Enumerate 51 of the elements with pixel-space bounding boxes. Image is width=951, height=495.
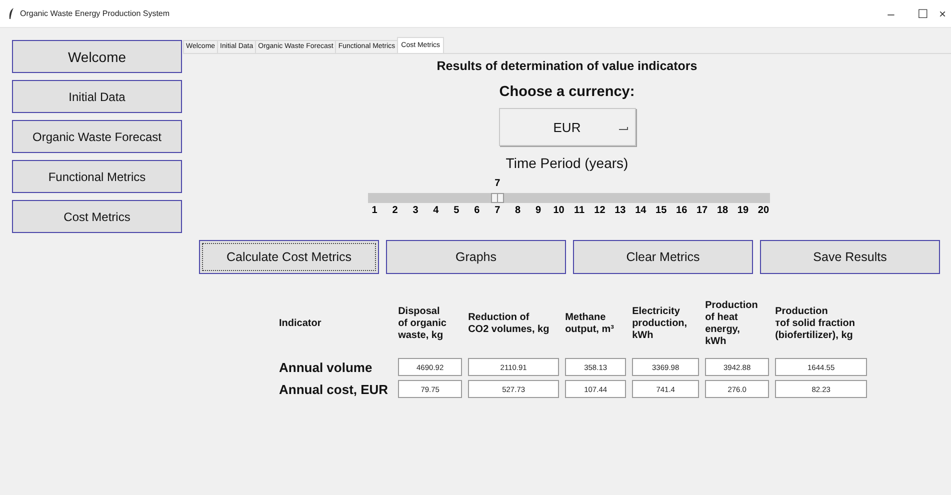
slider-thumb[interactable] bbox=[490, 193, 504, 203]
tick-label: 7 bbox=[494, 205, 502, 216]
tick-label: 15 bbox=[654, 205, 668, 216]
tick-label: 16 bbox=[675, 205, 688, 216]
sidebar-button[interactable]: Functional Metrics bbox=[12, 160, 182, 193]
tick-label: 17 bbox=[695, 205, 709, 216]
currency-dropdown[interactable]: EUR bbox=[498, 108, 636, 146]
maximize-button[interactable]: ☐ bbox=[907, 6, 939, 20]
column-header: Production of heat energy, kWh bbox=[705, 300, 759, 349]
column-header: Electricity production, kWh bbox=[632, 305, 688, 343]
sidebar-button[interactable]: Cost Metrics bbox=[12, 200, 182, 233]
action-button[interactable]: Clear Metrics bbox=[573, 240, 753, 274]
slider-label: Time Period (years) bbox=[506, 155, 628, 171]
tick-label: 11 bbox=[572, 205, 586, 216]
slider-value: 7 bbox=[494, 178, 500, 189]
tick-label: 20 bbox=[756, 205, 770, 216]
tick-label: 9 bbox=[534, 205, 542, 216]
tick-label: 3 bbox=[412, 205, 420, 216]
column-header: Reduction of CO2 volumes, kg bbox=[468, 311, 550, 337]
tick-label: 4 bbox=[432, 205, 440, 216]
sidebar-button[interactable]: Initial Data bbox=[12, 80, 182, 113]
tick-label: 2 bbox=[391, 205, 399, 216]
tick-label: 18 bbox=[716, 205, 730, 216]
column-header: Methane output, m³ bbox=[565, 311, 615, 337]
currency-label: Choose a currency: bbox=[499, 84, 635, 100]
close-button[interactable]: × bbox=[939, 6, 951, 20]
feather-icon bbox=[9, 8, 14, 19]
tick-label: 10 bbox=[552, 205, 566, 216]
dropdown-indicator-icon bbox=[618, 127, 628, 130]
minimize-button[interactable]: – bbox=[875, 6, 907, 20]
sidebar-button[interactable]: Organic Waste Forecast bbox=[12, 120, 182, 153]
tick-label: 12 bbox=[593, 205, 606, 216]
action-button[interactable]: Save Results bbox=[760, 240, 940, 274]
column-header: Disposal of organic waste, kg bbox=[398, 305, 448, 343]
action-button[interactable]: Calculate Cost Metrics bbox=[199, 240, 379, 274]
section-heading: Results of determination of value indicators bbox=[436, 59, 698, 73]
column-header: Production тof solid fraction (biofertilizer), kg bbox=[775, 305, 856, 343]
column-header: Indicator bbox=[279, 317, 322, 331]
tick-label: 14 bbox=[634, 205, 648, 216]
tick-label: 1 bbox=[370, 205, 378, 216]
tick-label: 13 bbox=[614, 205, 627, 216]
tick-label: 6 bbox=[473, 205, 481, 216]
slider-track[interactable] bbox=[368, 193, 770, 203]
tick-label: 19 bbox=[736, 205, 750, 216]
tick-label: 8 bbox=[514, 205, 522, 216]
tick-label: 5 bbox=[452, 205, 460, 216]
sidebar-button[interactable]: Welcome bbox=[12, 40, 182, 73]
action-button[interactable]: Graphs bbox=[386, 240, 566, 274]
window-title: Organic Waste Energy Production System bbox=[20, 9, 170, 18]
row-label: Annual cost, EUR bbox=[279, 380, 390, 398]
row-label: Annual volume bbox=[279, 358, 374, 376]
